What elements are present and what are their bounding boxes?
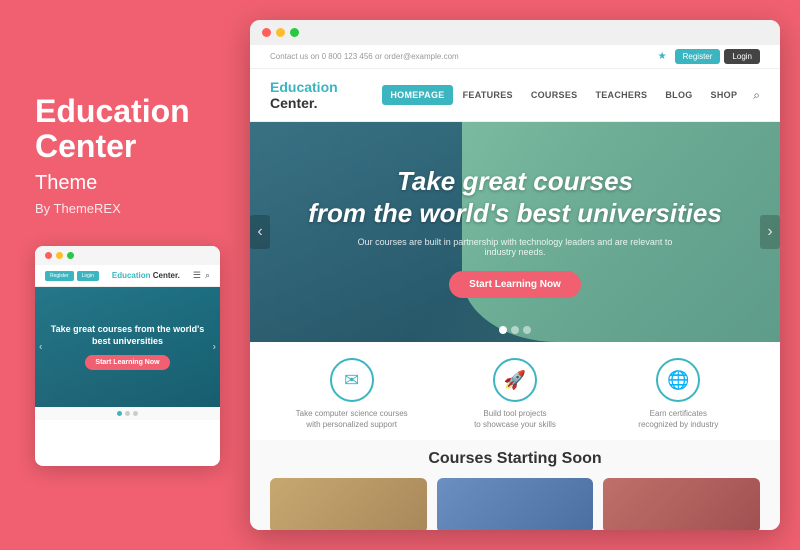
mobile-dot-1	[117, 411, 122, 416]
features-section: ✉ Take computer science courses with per…	[250, 342, 780, 440]
mobile-slide-dots	[35, 407, 220, 420]
mobile-hero-section: ‹ Take great courses from the world's be…	[35, 287, 220, 407]
mobile-arrow-right[interactable]: ›	[213, 342, 216, 353]
mobile-arrow-left[interactable]: ‹	[39, 342, 42, 353]
search-icon[interactable]: ⌕	[753, 88, 760, 103]
browser-content: Contact us on 0 800 123 456 or order@exa…	[250, 45, 780, 530]
courses-grid	[270, 478, 760, 530]
site-logo: Education Center.	[270, 79, 382, 111]
mobile-dot-red	[45, 252, 52, 259]
star-icon: ★	[658, 51, 667, 62]
hero-title: Take great courses from the world's best…	[308, 166, 722, 228]
mobile-logo: Education Center.	[112, 271, 180, 280]
login-button[interactable]: Login	[724, 49, 760, 64]
mobile-search-icon[interactable]: ⌕	[205, 270, 210, 281]
top-bar-buttons: ★ Register Login	[658, 49, 760, 64]
menu-item-blog[interactable]: BLOG	[657, 85, 700, 105]
mobile-browser-chrome	[35, 246, 220, 265]
menu-item-homepage[interactable]: HOMEPAGE	[382, 85, 452, 105]
feature-icon-rocket: 🚀	[493, 358, 537, 402]
theme-author: By ThemeREX	[35, 201, 220, 216]
hero-dot-1[interactable]	[499, 326, 507, 334]
mobile-dot-3	[133, 411, 138, 416]
feature-icon-email: ✉	[330, 358, 374, 402]
course-card-3[interactable]	[603, 478, 760, 530]
course-card-1[interactable]	[270, 478, 427, 530]
hero-dot-3[interactable]	[523, 326, 531, 334]
site-navigation: Education Center. HOMEPAGE FEATURES COUR…	[250, 69, 780, 122]
browser-chrome	[250, 20, 780, 45]
mobile-hero-text: Take great courses from the world's best…	[45, 324, 210, 347]
hero-subtitle: Our courses are built in partnership wit…	[355, 237, 675, 257]
browser-dot-minimize[interactable]	[276, 28, 285, 37]
mobile-login-btn[interactable]: Login	[77, 271, 99, 281]
menu-item-features[interactable]: FEATURES	[455, 85, 521, 105]
site-menu: HOMEPAGE FEATURES COURSES TEACHERS BLOG …	[382, 85, 760, 105]
mobile-nav-buttons: Register Login	[45, 271, 99, 281]
browser-dot-close[interactable]	[262, 28, 271, 37]
mobile-preview: Register Login Education Center. ☰ ⌕ ‹ T…	[35, 246, 220, 466]
mobile-nav-icons: ☰ ⌕	[193, 270, 210, 281]
mobile-dot-2	[125, 411, 130, 416]
feature-text-2: Build tool projects to showcase your ski…	[474, 408, 556, 430]
feature-item-1: ✉ Take computer science courses with per…	[270, 358, 433, 430]
menu-item-shop[interactable]: SHOP	[703, 85, 746, 105]
hero-background	[462, 122, 780, 342]
site-top-bar: Contact us on 0 800 123 456 or order@exa…	[250, 45, 780, 69]
mobile-nav-bar: Register Login Education Center. ☰ ⌕	[35, 265, 220, 287]
hero-slide-dots	[499, 326, 531, 334]
feature-icon-globe: 🌐	[656, 358, 700, 402]
courses-section-title: Courses Starting Soon	[270, 450, 760, 468]
main-wrapper: Education Center Theme By ThemeREX Regis…	[0, 0, 800, 550]
hero-section: ‹ Take great courses from the world's be…	[250, 122, 780, 342]
mobile-cta-button[interactable]: Start Learning Now	[85, 355, 169, 370]
contact-info: Contact us on 0 800 123 456 or order@exa…	[270, 52, 459, 61]
mobile-dot-green	[67, 252, 74, 259]
courses-section: Courses Starting Soon	[250, 440, 780, 530]
theme-subtitle: Theme	[35, 172, 220, 195]
menu-item-courses[interactable]: COURSES	[523, 85, 586, 105]
mobile-menu-icon[interactable]: ☰	[193, 270, 201, 281]
browser-preview: Contact us on 0 800 123 456 or order@exa…	[250, 20, 780, 530]
feature-text-3: Earn certificates recognized by industry	[638, 408, 718, 430]
mobile-dot-yellow	[56, 252, 63, 259]
hero-arrow-left[interactable]: ‹	[250, 215, 270, 249]
left-panel: Education Center Theme By ThemeREX Regis…	[0, 54, 250, 496]
feature-text-1: Take computer science courses with perso…	[296, 408, 408, 430]
hero-cta-button[interactable]: Start Learning Now	[449, 271, 581, 298]
theme-title: Education Center	[35, 94, 220, 164]
course-card-2[interactable]	[437, 478, 594, 530]
register-button[interactable]: Register	[675, 49, 721, 64]
hero-dot-2[interactable]	[511, 326, 519, 334]
hero-arrow-right[interactable]: ›	[760, 215, 780, 249]
feature-item-2: 🚀 Build tool projects to showcase your s…	[433, 358, 596, 430]
menu-item-teachers[interactable]: TEACHERS	[587, 85, 655, 105]
browser-dot-maximize[interactable]	[290, 28, 299, 37]
mobile-register-btn[interactable]: Register	[45, 271, 74, 281]
feature-item-3: 🌐 Earn certificates recognized by indust…	[597, 358, 760, 430]
